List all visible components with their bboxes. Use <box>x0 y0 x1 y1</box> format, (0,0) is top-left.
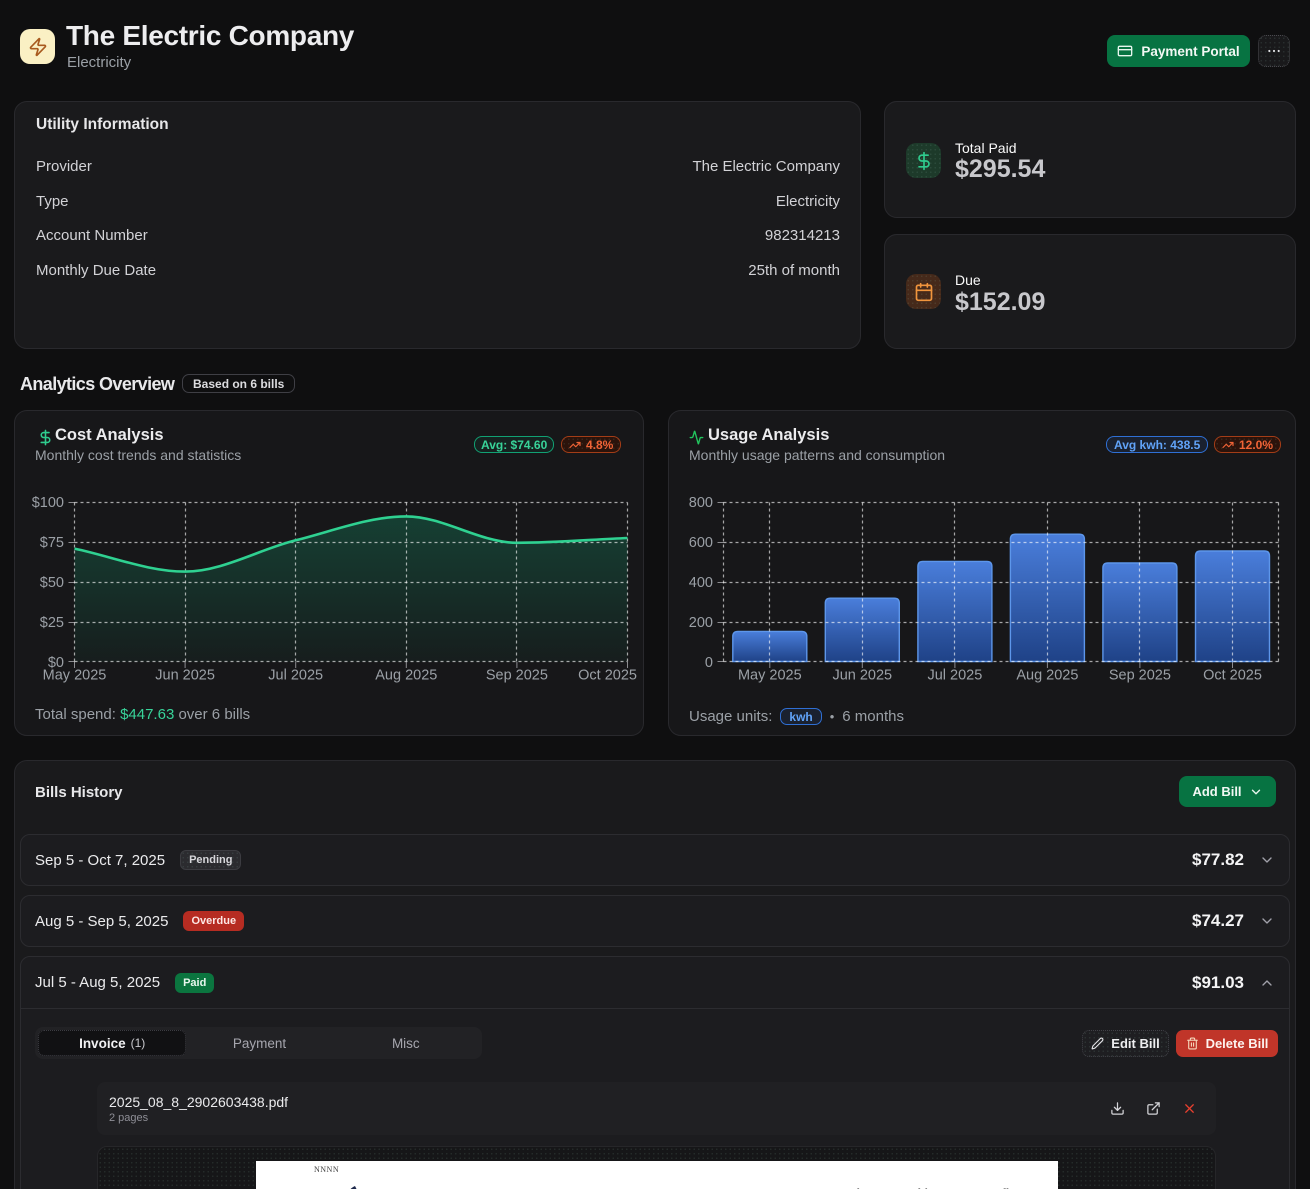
svg-text:Oct 2025: Oct 2025 <box>578 668 637 684</box>
svg-text:$75: $75 <box>40 535 64 551</box>
svg-text:Jul 2025: Jul 2025 <box>268 668 323 684</box>
svg-text:Jul 2025: Jul 2025 <box>927 668 982 684</box>
svg-text:Oct 2025: Oct 2025 <box>1203 668 1262 684</box>
svg-text:Sep 2025: Sep 2025 <box>1109 668 1171 684</box>
svg-text:400: 400 <box>689 575 713 591</box>
svg-text:$100: $100 <box>32 495 64 511</box>
svg-text:Jun 2025: Jun 2025 <box>832 668 892 684</box>
svg-text:800: 800 <box>689 495 713 511</box>
svg-text:May 2025: May 2025 <box>738 668 802 684</box>
svg-text:Sep 2025: Sep 2025 <box>486 668 548 684</box>
svg-text:$25: $25 <box>40 615 64 631</box>
svg-text:200: 200 <box>689 615 713 631</box>
svg-text:0: 0 <box>705 655 713 671</box>
svg-text:Aug 2025: Aug 2025 <box>1016 668 1078 684</box>
svg-text:Aug 2025: Aug 2025 <box>375 668 437 684</box>
svg-text:600: 600 <box>689 535 713 551</box>
svg-text:$50: $50 <box>40 575 64 591</box>
svg-text:May 2025: May 2025 <box>43 668 107 684</box>
svg-text:Jun 2025: Jun 2025 <box>155 668 215 684</box>
